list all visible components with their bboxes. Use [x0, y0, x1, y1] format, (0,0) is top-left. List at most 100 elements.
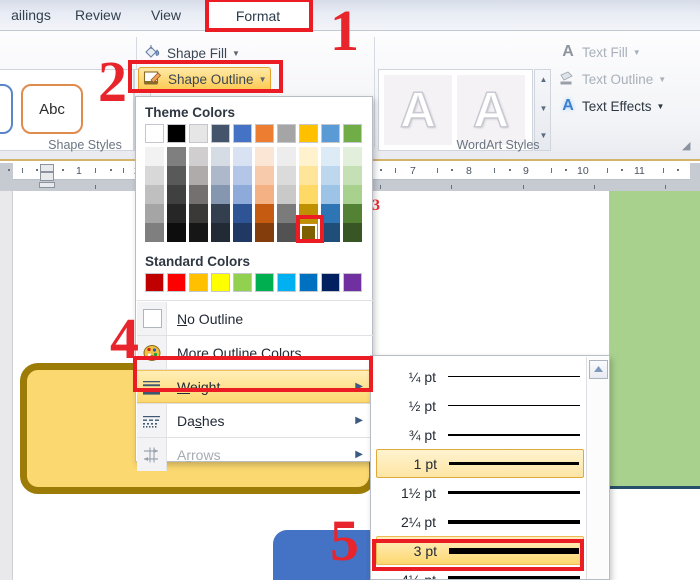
- standard-color-swatch[interactable]: [277, 273, 296, 292]
- tab-mailings[interactable]: ailings: [0, 0, 62, 31]
- text-fill-button[interactable]: A Text Fill ▼: [558, 39, 641, 65]
- theme-color-column[interactable]: [233, 124, 252, 242]
- standard-color-swatch[interactable]: [343, 273, 362, 292]
- first-line-indent-marker[interactable]: [40, 164, 54, 172]
- chevron-down-icon[interactable]: ▼: [232, 49, 240, 58]
- theme-color-swatch[interactable]: [255, 124, 274, 143]
- hanging-indent-marker[interactable]: [40, 172, 54, 181]
- shape-style-thumb[interactable]: bc: [0, 84, 13, 134]
- theme-color-swatch[interactable]: [277, 147, 296, 166]
- theme-color-column[interactable]: [277, 124, 296, 242]
- theme-color-swatch[interactable]: [145, 204, 164, 223]
- theme-color-swatch[interactable]: [145, 147, 164, 166]
- theme-color-swatch[interactable]: [299, 185, 318, 204]
- standard-color-swatch[interactable]: [255, 273, 274, 292]
- theme-color-swatch[interactable]: [343, 124, 362, 143]
- theme-color-swatch[interactable]: [145, 124, 164, 143]
- theme-color-column[interactable]: [255, 124, 274, 242]
- theme-color-swatch[interactable]: [343, 223, 362, 242]
- theme-color-swatch[interactable]: [211, 147, 230, 166]
- weight-option-row[interactable]: 2¼ pt: [376, 507, 584, 536]
- tab-view[interactable]: View: [134, 0, 198, 31]
- theme-color-swatch[interactable]: [299, 147, 318, 166]
- theme-color-swatch[interactable]: [233, 185, 252, 204]
- theme-color-swatch[interactable]: [343, 185, 362, 204]
- theme-color-swatch[interactable]: [321, 185, 340, 204]
- shape-style-thumb[interactable]: Abc: [21, 84, 83, 134]
- theme-color-swatch[interactable]: [211, 124, 230, 143]
- theme-color-swatch[interactable]: [321, 166, 340, 185]
- theme-color-swatch[interactable]: [277, 185, 296, 204]
- theme-color-swatch[interactable]: [189, 185, 208, 204]
- theme-color-swatch[interactable]: [189, 166, 208, 185]
- theme-color-swatch[interactable]: [255, 185, 274, 204]
- theme-color-swatch[interactable]: [167, 166, 186, 185]
- theme-color-swatch[interactable]: [189, 204, 208, 223]
- theme-color-swatch[interactable]: [343, 147, 362, 166]
- wordart-dialog-launcher-icon[interactable]: ◢: [682, 139, 694, 152]
- theme-color-swatch[interactable]: [343, 166, 362, 185]
- theme-color-swatch[interactable]: [167, 223, 186, 242]
- theme-color-swatch[interactable]: [277, 223, 296, 242]
- theme-color-swatch[interactable]: [299, 124, 318, 143]
- menu-item-dashes[interactable]: Dashes ▶: [137, 404, 373, 437]
- theme-color-column[interactable]: [343, 124, 362, 242]
- standard-color-swatch[interactable]: [167, 273, 186, 292]
- theme-color-swatch[interactable]: [145, 166, 164, 185]
- theme-color-swatch[interactable]: [233, 204, 252, 223]
- theme-color-swatch[interactable]: [189, 147, 208, 166]
- scroll-up-icon[interactable]: ▲: [538, 76, 549, 84]
- theme-color-swatch[interactable]: [299, 166, 318, 185]
- theme-color-swatch[interactable]: [167, 185, 186, 204]
- text-effects-button[interactable]: A Text Effects ▼: [558, 93, 664, 119]
- standard-color-swatch[interactable]: [211, 273, 230, 292]
- left-indent-marker[interactable]: [39, 182, 55, 188]
- theme-color-swatch[interactable]: [189, 124, 208, 143]
- wordart-style-thumb[interactable]: A: [384, 75, 452, 145]
- weight-option-row[interactable]: 1 pt: [376, 449, 584, 478]
- theme-color-swatch[interactable]: [321, 147, 340, 166]
- theme-color-swatch[interactable]: [145, 185, 164, 204]
- chevron-down-icon[interactable]: ▼: [633, 48, 641, 57]
- theme-color-column[interactable]: [189, 124, 208, 242]
- weight-submenu-scrollbar[interactable]: [586, 357, 608, 579]
- standard-color-swatch[interactable]: [189, 273, 208, 292]
- theme-color-swatch[interactable]: [255, 147, 274, 166]
- theme-color-swatch[interactable]: [233, 223, 252, 242]
- scroll-up-icon[interactable]: [589, 360, 608, 379]
- shape-outline-dropdown-menu[interactable]: Theme Colors Standard Colors No Outline: [135, 96, 373, 471]
- theme-color-column[interactable]: [167, 124, 186, 242]
- text-outline-button[interactable]: Text Outline ▼: [558, 66, 666, 92]
- chevron-down-icon[interactable]: ▼: [657, 102, 665, 111]
- theme-color-column[interactable]: [145, 124, 164, 242]
- theme-color-swatch[interactable]: [255, 204, 274, 223]
- theme-color-swatch[interactable]: [321, 124, 340, 143]
- theme-color-swatch[interactable]: [211, 185, 230, 204]
- theme-color-swatch[interactable]: [233, 166, 252, 185]
- standard-color-swatch[interactable]: [299, 273, 318, 292]
- wordart-style-thumb[interactable]: A: [457, 75, 525, 145]
- theme-color-swatch[interactable]: [211, 204, 230, 223]
- theme-color-swatch[interactable]: [167, 204, 186, 223]
- theme-color-swatch[interactable]: [167, 124, 186, 143]
- weight-option-row[interactable]: ¼ pt: [376, 362, 584, 391]
- theme-color-swatch[interactable]: [211, 223, 230, 242]
- theme-color-swatch[interactable]: [277, 166, 296, 185]
- theme-colors-grid[interactable]: [145, 124, 362, 242]
- menu-item-no-outline[interactable]: No Outline: [137, 302, 373, 335]
- theme-color-swatch[interactable]: [343, 204, 362, 223]
- weight-option-row[interactable]: ½ pt: [376, 391, 584, 420]
- standard-color-swatch[interactable]: [145, 273, 164, 292]
- theme-color-column[interactable]: [211, 124, 230, 242]
- theme-color-swatch[interactable]: [145, 223, 164, 242]
- theme-color-swatch[interactable]: [255, 223, 274, 242]
- theme-color-swatch[interactable]: [233, 147, 252, 166]
- green-shape[interactable]: [609, 191, 700, 489]
- tab-review[interactable]: Review: [62, 0, 134, 31]
- theme-color-swatch[interactable]: [255, 166, 274, 185]
- theme-color-swatch[interactable]: [167, 147, 186, 166]
- theme-color-swatch[interactable]: [211, 166, 230, 185]
- standard-color-swatch[interactable]: [233, 273, 252, 292]
- weight-option-row[interactable]: ¾ pt: [376, 420, 584, 449]
- theme-color-swatch[interactable]: [277, 204, 296, 223]
